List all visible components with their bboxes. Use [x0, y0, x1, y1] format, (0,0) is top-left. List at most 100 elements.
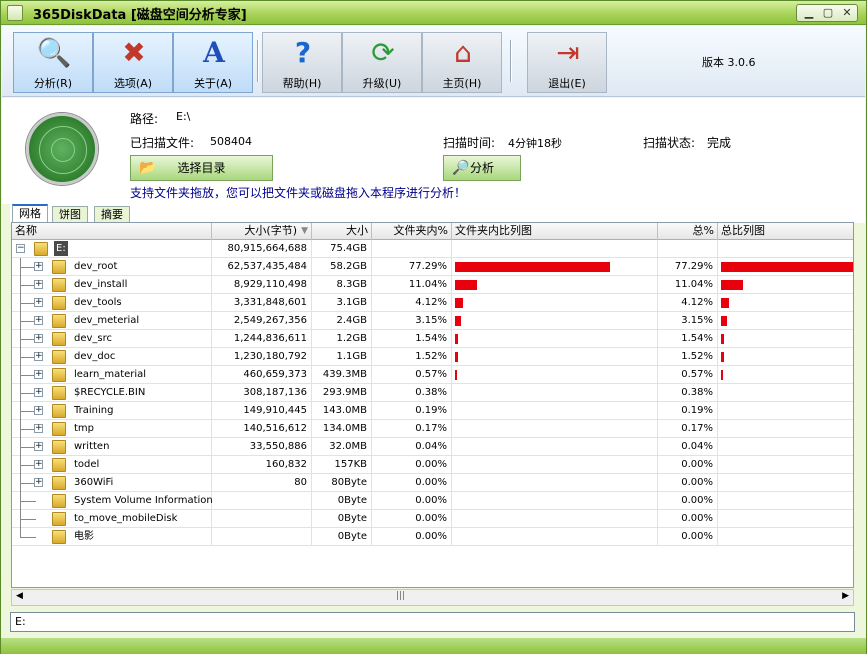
total-pct-bar — [721, 298, 729, 308]
expand-icon[interactable]: + — [34, 262, 43, 271]
total-chart-cell — [718, 384, 853, 402]
folder-chart-cell — [452, 420, 658, 438]
name-cell: System Volume Information — [12, 492, 213, 510]
table-row[interactable]: + dev_meterial 2,549,267,356 2.4GB 3.15% 3.15… — [12, 312, 853, 330]
table-row[interactable]: + $RECYCLE.BIN 308,187,136 293.9MB 0.38% 0.38… — [12, 384, 853, 402]
table-row[interactable]: +360WiFi 80 80Byte 0.00% 0.00% — [12, 474, 853, 492]
root-drive-label: E: — [54, 241, 68, 256]
version-text: 版本 3.0.6 — [702, 56, 756, 69]
expand-icon[interactable]: + — [34, 424, 43, 433]
total-chart-cell — [718, 276, 853, 294]
table-row[interactable]: + learn_material 460,659,373 439.3MB 0.57% 0.… — [12, 366, 853, 384]
window-controls: ▁ ▢ ✕ — [796, 4, 858, 22]
table-row[interactable]: System Volume Information 0Byte 0.00% 0.00% — [12, 492, 853, 510]
home-button[interactable]: ⌂ 主页(H) — [422, 32, 502, 93]
folder-name: to_move_mobileDisk — [74, 513, 178, 524]
minimize-icon[interactable]: ▁ — [799, 6, 819, 20]
folder-name: 电影 — [74, 531, 94, 542]
table-row[interactable]: + dev_tools 3,331,848,601 3.1GB 4.12% 4.12% — [12, 294, 853, 312]
table-row[interactable]: + written 33,550,886 32.0MB 0.04% 0.04% — [12, 438, 853, 456]
table-row[interactable]: + dev_root 62,537,435,484 58.2GB 77.29% 77.29… — [12, 258, 853, 276]
col-total-pct-header[interactable]: 总% — [658, 223, 718, 240]
col-name-header[interactable]: 名称 — [12, 223, 212, 240]
expand-icon[interactable]: + — [34, 352, 43, 361]
col-folder-chart-header[interactable]: 文件夹内比列图 — [452, 223, 658, 240]
folder-pct-cell: 0.04% — [372, 438, 452, 456]
folder-name: dev_tools — [74, 297, 122, 308]
folder-pct-cell: 0.00% — [372, 474, 452, 492]
system-menu-icon[interactable] — [7, 5, 23, 21]
title-bar[interactable]: 365DiskData [磁盘空间分析专家] ▁ ▢ ✕ — [1, 1, 866, 25]
expand-icon[interactable]: + — [34, 334, 43, 343]
folder-chart-cell — [452, 384, 658, 402]
upgrade-button-label: 升级(U) — [362, 77, 402, 90]
expand-icon[interactable]: + — [34, 442, 43, 451]
folder-chart-cell — [452, 402, 658, 420]
table-row[interactable]: + Training 149,910,445 143.0MB 0.19% 0.19% — [12, 402, 853, 420]
folder-pct-bar — [455, 352, 458, 362]
folder-name: $RECYCLE.BIN — [74, 387, 146, 398]
folder-grid[interactable]: 名称 大小(字节) ▼ 大小 文件夹内% 文件夹内比列图 总% 总比列图 − E:… — [11, 222, 854, 588]
folder-chart-cell — [452, 456, 658, 474]
col-total-chart-header[interactable]: 总比列图 — [718, 223, 853, 240]
folder-name: dev_doc — [74, 351, 116, 362]
total-pct-cell: 77.29% — [658, 258, 718, 276]
bottom-frame — [1, 638, 866, 654]
col-bytes-header[interactable]: 大小(字节) ▼ — [212, 223, 312, 240]
table-row-root[interactable]: − E: 80,915,664,688 75.4GB — [12, 240, 853, 258]
about-button[interactable]: A 关于(A) — [173, 32, 253, 93]
size-cell: 80Byte — [312, 474, 372, 492]
total-pct-bar — [721, 370, 723, 380]
horizontal-scrollbar[interactable]: ◀ ||| ▶ — [11, 589, 854, 606]
tab-summary[interactable]: 摘要 — [94, 206, 130, 223]
scroll-grip-icon[interactable]: ||| — [396, 591, 405, 601]
bytes-cell: 62,537,435,484 — [212, 258, 312, 276]
size-cell: 134.0MB — [312, 420, 372, 438]
analyze-start-button[interactable]: 🔎 分析 — [443, 155, 521, 181]
scroll-right-icon[interactable]: ▶ — [842, 591, 849, 601]
options-button[interactable]: ✖ 选项(A) — [93, 32, 173, 93]
upgrade-button[interactable]: ⟳ 升级(U) — [342, 32, 422, 93]
expand-icon[interactable]: + — [34, 316, 43, 325]
scroll-left-icon[interactable]: ◀ — [16, 591, 23, 601]
table-row[interactable]: + dev_install 8,929,110,498 8.3GB 11.04% 11.0… — [12, 276, 853, 294]
total-pct-bar — [721, 262, 853, 272]
collapse-icon[interactable]: − — [16, 244, 25, 253]
folder-icon — [52, 259, 70, 276]
table-row[interactable]: + todel 160,832 157KB 0.00% 0.00% — [12, 456, 853, 474]
folder-icon — [52, 475, 70, 492]
root-tchart — [718, 240, 853, 258]
expand-icon[interactable]: + — [34, 406, 43, 415]
expand-icon[interactable]: + — [34, 460, 43, 469]
select-directory-button[interactable]: 📂 选择目录 — [130, 155, 273, 181]
exit-button[interactable]: ⇥ 退出(E) — [527, 32, 607, 93]
col-size-header[interactable]: 大小 — [312, 223, 372, 240]
close-icon[interactable]: ✕ — [837, 6, 857, 20]
analyze-button[interactable]: 🔍 分析(R) — [13, 32, 93, 93]
table-row[interactable]: + tmp 140,516,612 134.0MB 0.17% 0.17% — [12, 420, 853, 438]
expand-icon[interactable]: + — [34, 298, 43, 307]
bytes-cell: 460,659,373 — [212, 366, 312, 384]
table-row[interactable]: + dev_src 1,244,836,611 1.2GB 1.54% 1.54% — [12, 330, 853, 348]
expand-icon[interactable]: + — [34, 388, 43, 397]
table-row[interactable]: 电影 0Byte 0.00% 0.00% — [12, 528, 853, 546]
size-cell: 143.0MB — [312, 402, 372, 420]
col-folder-pct-header[interactable]: 文件夹内% — [372, 223, 452, 240]
scan-status-value: 完成 — [707, 136, 732, 150]
folder-pct-cell: 0.00% — [372, 492, 452, 510]
folder-name: dev_install — [74, 279, 128, 290]
tab-grid[interactable]: 网格 — [12, 204, 48, 223]
expand-icon[interactable]: + — [34, 478, 43, 487]
expand-icon[interactable]: + — [34, 280, 43, 289]
table-row[interactable]: + dev_doc 1,230,180,792 1.1GB 1.52% 1.52% — [12, 348, 853, 366]
table-row[interactable]: to_move_mobileDisk 0Byte 0.00% 0.00% — [12, 510, 853, 528]
tab-pie[interactable]: 饼图 — [52, 206, 88, 223]
bytes-cell: 80 — [212, 474, 312, 492]
folder-pct-cell: 0.38% — [372, 384, 452, 402]
expand-icon[interactable]: + — [34, 370, 43, 379]
bytes-cell — [212, 510, 312, 528]
folder-name: dev_root — [74, 261, 118, 272]
help-button[interactable]: ? 帮助(H) — [262, 32, 342, 93]
maximize-icon[interactable]: ▢ — [818, 6, 838, 20]
select-directory-label: 选择目录 — [177, 161, 226, 175]
